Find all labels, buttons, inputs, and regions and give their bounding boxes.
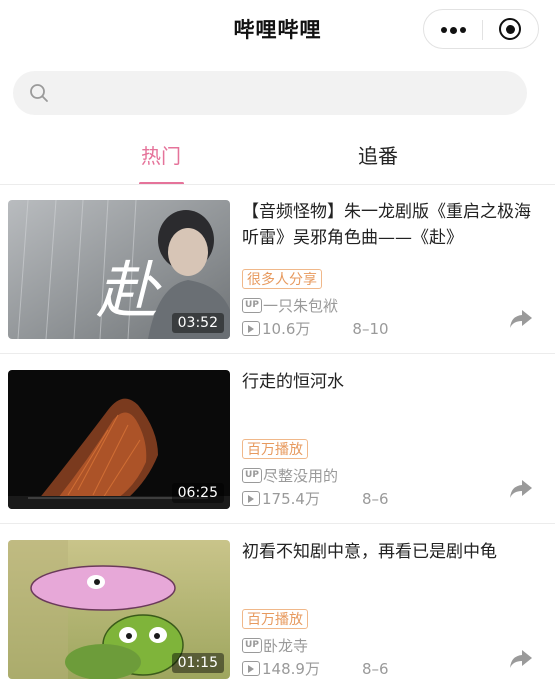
video-thumbnail[interactable]: 赴 03:52	[8, 200, 230, 339]
video-thumbnail[interactable]: 01:15	[8, 540, 230, 679]
uploader-row: UP 尽整没用的	[242, 465, 338, 487]
video-title[interactable]: 行走的恒河水	[242, 369, 532, 395]
publish-date: 8–6	[361, 659, 389, 678]
views-badge: 百万播放	[242, 439, 308, 459]
tab-follow[interactable]: 追番	[318, 140, 438, 169]
video-card[interactable]: 01:15 初看不知剧中意，再看已是剧中龟 百万播放 UP 卧龙寺 148.9万 8…	[0, 525, 555, 680]
share-icon[interactable]	[508, 307, 534, 331]
up-icon: UP	[242, 468, 262, 483]
share-icon[interactable]	[508, 477, 534, 501]
app-header: 哔哩哔哩	[0, 0, 555, 58]
page: 哔哩哔哩 热门 追番 赴 03:52 【音频怪物】朱一龙剧版《重启之极海听雷》吴…	[0, 0, 555, 680]
tab-hot[interactable]: 热门	[101, 140, 221, 169]
stats-row: 148.9万 8–6	[242, 658, 389, 680]
stats-row: 175.4万 8–6	[242, 488, 389, 510]
video-card[interactable]: 赴 03:52 【音频怪物】朱一龙剧版《重启之极海听雷》吴邪角色曲——《赴》 很…	[0, 185, 555, 354]
more-dots-icon[interactable]	[424, 10, 482, 48]
view-count: 148.9万	[262, 660, 320, 678]
target-close-icon[interactable]	[483, 10, 539, 48]
views-badge: 百万播放	[242, 609, 308, 629]
duration-label: 06:25	[171, 483, 224, 503]
video-card[interactable]: 06:25 行走的恒河水 百万播放 UP 尽整没用的 175.4万 8–6	[0, 355, 555, 524]
search-icon	[30, 84, 48, 102]
tab-bar: 热门 追番	[0, 132, 555, 185]
play-count-icon	[242, 491, 260, 506]
play-count-icon	[242, 321, 260, 336]
uploader-row: UP 卧龙寺	[242, 635, 308, 657]
stats-row: 10.6万 8–10	[242, 318, 389, 340]
duration-label: 01:15	[171, 653, 224, 673]
uploader-row: UP 一只朱包袱	[242, 295, 338, 317]
dot	[441, 27, 447, 33]
dot	[450, 26, 457, 34]
publish-date: 8–10	[352, 319, 389, 338]
duration-label: 03:52	[171, 313, 224, 333]
publish-date: 8–6	[361, 489, 389, 508]
up-icon: UP	[242, 298, 262, 313]
play-count-icon	[242, 661, 260, 676]
divider	[0, 523, 555, 524]
view-count: 175.4万	[262, 490, 320, 508]
uploader-name[interactable]: 尽整没用的	[263, 467, 338, 485]
video-thumbnail[interactable]: 06:25	[8, 370, 230, 509]
share-icon[interactable]	[508, 647, 534, 671]
divider	[0, 353, 555, 354]
video-title[interactable]: 初看不知剧中意，再看已是剧中龟	[242, 539, 532, 565]
close-core	[506, 25, 515, 34]
share-badge: 很多人分享	[242, 269, 322, 289]
thumbnail-caption: 赴	[96, 254, 162, 327]
video-title[interactable]: 【音频怪物】朱一龙剧版《重启之极海听雷》吴邪角色曲——《赴》	[242, 199, 532, 251]
search-input[interactable]	[59, 79, 513, 109]
mini-program-capsule	[423, 9, 539, 49]
uploader-name[interactable]: 一只朱包袱	[263, 297, 338, 315]
search-bar[interactable]	[13, 71, 527, 115]
up-icon: UP	[242, 638, 262, 653]
view-count: 10.6万	[262, 320, 311, 338]
uploader-name[interactable]: 卧龙寺	[263, 637, 308, 655]
dot	[460, 27, 466, 33]
